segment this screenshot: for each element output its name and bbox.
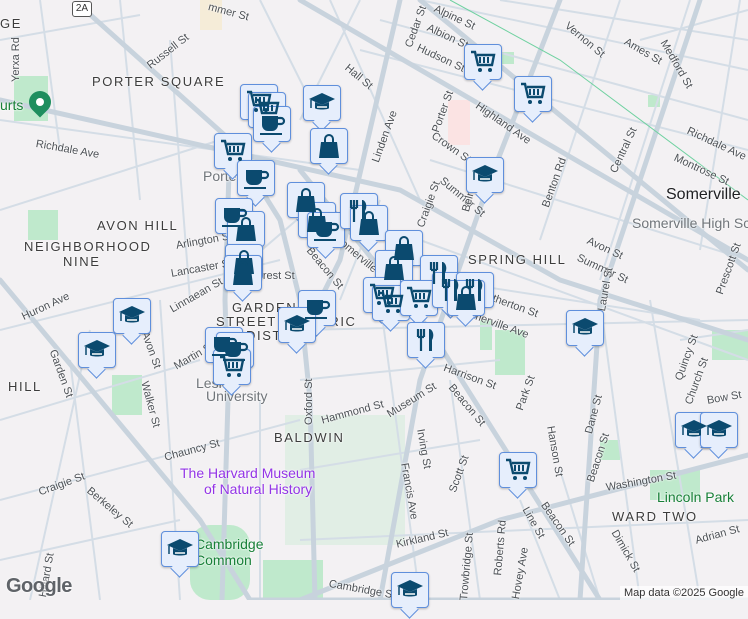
route-shield: 2A bbox=[72, 1, 92, 17]
shopping-bag-marker[interactable] bbox=[224, 255, 262, 291]
shopping-bag-marker[interactable] bbox=[310, 128, 348, 164]
graduation-cap-marker[interactable] bbox=[161, 531, 199, 567]
cart-icon bbox=[405, 285, 433, 311]
cart-icon bbox=[377, 290, 405, 316]
graduation-cap-icon bbox=[571, 315, 599, 341]
coffee-icon bbox=[242, 165, 270, 191]
restaurant-icon bbox=[412, 327, 440, 353]
graduation-cap-icon bbox=[118, 303, 146, 329]
coffee-icon bbox=[258, 111, 286, 137]
shopping-bag-marker[interactable] bbox=[350, 205, 388, 241]
cart-marker[interactable] bbox=[514, 76, 552, 112]
graduation-cap-marker[interactable] bbox=[391, 572, 429, 608]
graduation-cap-icon bbox=[396, 577, 424, 603]
coffee-marker[interactable] bbox=[253, 106, 291, 142]
graduation-cap-icon bbox=[283, 312, 311, 338]
cart-icon bbox=[519, 81, 547, 107]
graduation-cap-marker[interactable] bbox=[700, 412, 738, 448]
shopping-bag-icon bbox=[380, 255, 408, 281]
shopping-bag-icon bbox=[232, 216, 260, 242]
cart-marker[interactable] bbox=[499, 452, 537, 488]
google-logo: Google bbox=[6, 575, 72, 597]
cart-icon bbox=[218, 354, 246, 380]
cart-marker[interactable] bbox=[214, 133, 252, 169]
shopping-bag-icon bbox=[355, 210, 383, 236]
graduation-cap-marker[interactable] bbox=[466, 157, 504, 193]
coffee-marker[interactable] bbox=[307, 212, 345, 248]
cart-marker[interactable] bbox=[213, 349, 251, 385]
graduation-cap-icon bbox=[308, 90, 336, 116]
coffee-marker[interactable] bbox=[237, 160, 275, 196]
graduation-cap-icon bbox=[83, 337, 111, 363]
shopping-bag-icon bbox=[229, 260, 257, 286]
shopping-bag-marker[interactable] bbox=[447, 280, 485, 316]
restaurant-marker[interactable] bbox=[407, 322, 445, 358]
cart-icon bbox=[469, 49, 497, 75]
graduation-cap-icon bbox=[680, 417, 708, 443]
cart-icon bbox=[219, 138, 247, 164]
map-canvas[interactable]: 2A PORTER SQUARE AVON HILL NEIGHBORHOOD NIN… bbox=[0, 0, 748, 608]
graduation-cap-marker[interactable] bbox=[566, 310, 604, 346]
shopping-bag-icon bbox=[315, 133, 343, 159]
graduation-cap-marker[interactable] bbox=[278, 307, 316, 343]
graduation-cap-icon bbox=[471, 162, 499, 188]
graduation-cap-marker[interactable] bbox=[303, 85, 341, 121]
graduation-cap-marker[interactable] bbox=[113, 298, 151, 334]
map-attribution[interactable]: Map data ©2025 Google bbox=[619, 586, 748, 600]
graduation-cap-marker[interactable] bbox=[78, 332, 116, 368]
shopping-bag-marker[interactable] bbox=[375, 250, 413, 286]
cart-marker[interactable] bbox=[464, 44, 502, 80]
shopping-bag-marker[interactable] bbox=[227, 211, 265, 247]
cart-marker[interactable] bbox=[400, 280, 438, 316]
shopping-bag-icon bbox=[452, 285, 480, 311]
graduation-cap-icon bbox=[705, 417, 733, 443]
coffee-icon bbox=[312, 217, 340, 243]
cart-icon bbox=[504, 457, 532, 483]
graduation-cap-icon bbox=[166, 536, 194, 562]
